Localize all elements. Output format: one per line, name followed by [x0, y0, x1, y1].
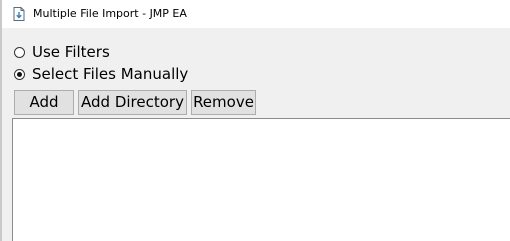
file-list[interactable]	[12, 118, 510, 241]
remove-button[interactable]: Remove	[191, 90, 256, 115]
file-import-icon	[11, 6, 27, 22]
window-left-border	[0, 0, 2, 241]
window-title: Multiple File Import - JMP EA	[33, 7, 187, 20]
title-bar[interactable]: Multiple File Import - JMP EA	[2, 0, 510, 28]
select-files-manually-radio-circle[interactable]	[14, 68, 25, 80]
use-filters-radio[interactable]: Use Filters	[14, 42, 110, 62]
use-filters-radio-circle[interactable]	[14, 46, 25, 58]
add-button[interactable]: Add	[14, 90, 74, 115]
add-directory-button[interactable]: Add Directory	[78, 90, 187, 115]
multiple-file-import-window: Multiple File Import - JMP EA Use Filter…	[0, 0, 510, 241]
use-filters-label[interactable]: Use Filters	[32, 42, 110, 62]
select-files-manually-label[interactable]: Select Files Manually	[32, 64, 188, 84]
select-files-manually-radio[interactable]: Select Files Manually	[14, 64, 188, 84]
